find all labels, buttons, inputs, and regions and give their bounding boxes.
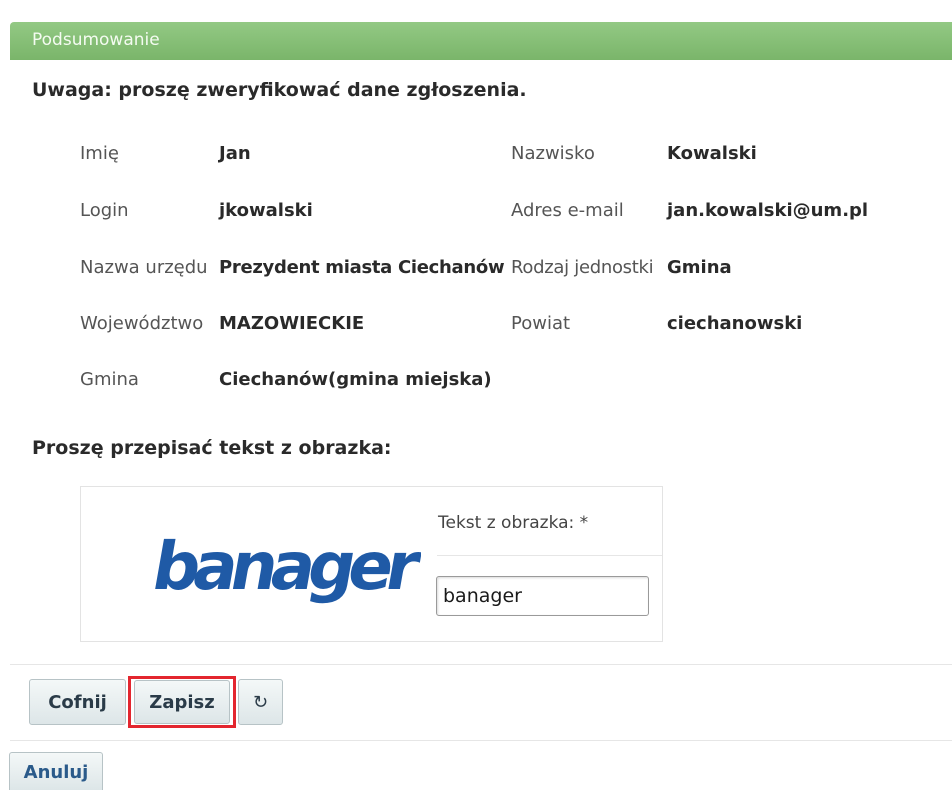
divider <box>10 740 952 741</box>
first-name-label: Imię <box>80 143 119 164</box>
divider <box>10 664 952 665</box>
refresh-icon: ↻ <box>252 692 269 713</box>
refresh-captcha-button[interactable]: ↻ <box>238 679 283 725</box>
last-name-label: Nazwisko <box>511 143 595 164</box>
commune-label: Gmina <box>80 369 139 390</box>
verification-notice: Uwaga: proszę zweryfikować dane zgłoszen… <box>32 79 527 101</box>
login-value: jkowalski <box>219 200 313 221</box>
voivodeship-value: MAZOWIECKIE <box>219 313 365 334</box>
unit-type-value: Gmina <box>667 257 732 278</box>
header-title: Podsumowanie <box>32 30 160 50</box>
last-name-value: Kowalski <box>667 143 757 164</box>
back-button[interactable]: Cofnij <box>29 679 126 725</box>
commune-value: Ciechanów(gmina miejska) <box>219 369 492 390</box>
office-label: Nazwa urzędu <box>80 257 208 278</box>
login-label: Login <box>80 200 129 221</box>
county-label: Powiat <box>511 313 571 334</box>
office-value: Prezydent miasta Ciechanów <box>219 257 505 278</box>
captcha-heading: Proszę przepisać tekst z obrazka: <box>32 437 392 459</box>
captcha-panel: banager Tekst z obrazka: * <box>80 486 663 642</box>
voivodeship-label: Województwo <box>80 313 204 334</box>
save-button[interactable]: Zapisz <box>134 680 230 724</box>
first-name-value: Jan <box>219 143 251 164</box>
cancel-button[interactable]: Anuluj <box>9 752 103 790</box>
captcha-input[interactable] <box>436 576 649 616</box>
unit-type-label: Rodzaj jednostki <box>511 257 654 278</box>
email-label: Adres e-mail <box>511 200 624 221</box>
summary-header: Podsumowanie <box>10 22 952 60</box>
captcha-label: Tekst z obrazka: * <box>438 513 589 533</box>
captcha-image: banager <box>147 527 421 604</box>
captcha-divider <box>437 555 662 556</box>
captcha-image-text: banager <box>147 527 421 604</box>
county-value: ciechanowski <box>667 313 803 334</box>
email-value: jan.kowalski@um.pl <box>667 200 869 221</box>
